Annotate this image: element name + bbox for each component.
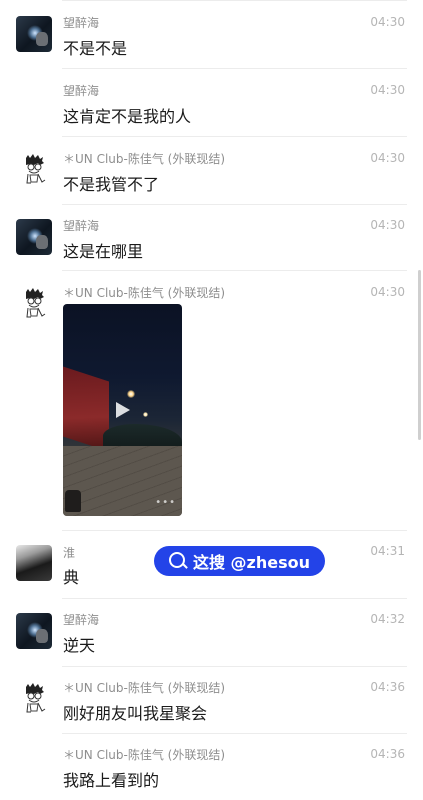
message-time: 04:30 [370,218,405,232]
scrollbar[interactable] [418,270,421,440]
dark-avatar[interactable] [16,545,52,581]
message-time: 04:30 [370,151,405,165]
sender-name: 望醉海 [63,84,100,98]
message-time: 04:36 [370,680,405,694]
message-time: 04:32 [370,612,405,626]
message-text[interactable]: 这是在哪里 [63,238,143,262]
video-thumbnail[interactable]: ••• [63,304,182,516]
message-text[interactable]: 这肯定不是我的人 [63,103,191,127]
message-text[interactable]: 不是不是 [63,35,127,59]
photo-avatar[interactable] [16,219,52,255]
sender-name: ＊UN Club-陈佳气 (外联现结) [63,748,226,762]
watermark-text: 这搜 @zhesou [192,553,311,572]
more-dots-icon: ••• [155,497,176,508]
message-time: 04:30 [370,83,405,97]
divider [62,666,407,667]
divider [62,68,407,69]
play-icon[interactable] [116,402,130,418]
photo-avatar[interactable] [16,613,52,649]
sketch-avatar[interactable] [16,152,52,188]
sketch-avatar[interactable] [16,681,52,717]
search-icon [168,552,185,568]
sender-name: ＊UN Club-陈佳气 (外联现结) [63,152,226,166]
message-text[interactable]: 我路上看到的 [63,767,159,791]
sender-name: 望醉海 [63,613,100,627]
divider [62,204,407,205]
divider [62,530,407,531]
divider [62,733,407,734]
sender-name: ＊UN Club-陈佳气 (外联现结) [63,681,226,695]
message-time: 04:31 [370,544,405,558]
message-text[interactable]: 不是我管不了 [63,171,159,195]
sketch-avatar[interactable] [16,286,52,322]
divider [62,136,407,137]
message-time: 04:30 [370,15,405,29]
message-text[interactable]: 逆天 [63,632,95,656]
sender-name: 望醉海 [63,219,100,233]
watermark-badge: 这搜 @zhesou [154,546,325,576]
divider [62,598,407,599]
sender-name: 淮 [63,546,76,560]
message-time: 04:36 [370,747,405,761]
sender-name: 望醉海 [63,16,100,30]
message-time: 04:30 [370,285,405,299]
divider [62,0,407,1]
message-text[interactable]: 典 [63,564,79,588]
message-text[interactable]: 刚好朋友叫我星聚会 [63,700,207,724]
divider [62,270,407,271]
sender-name: ＊UN Club-陈佳气 (外联现结) [63,286,226,300]
photo-avatar[interactable] [16,16,52,52]
